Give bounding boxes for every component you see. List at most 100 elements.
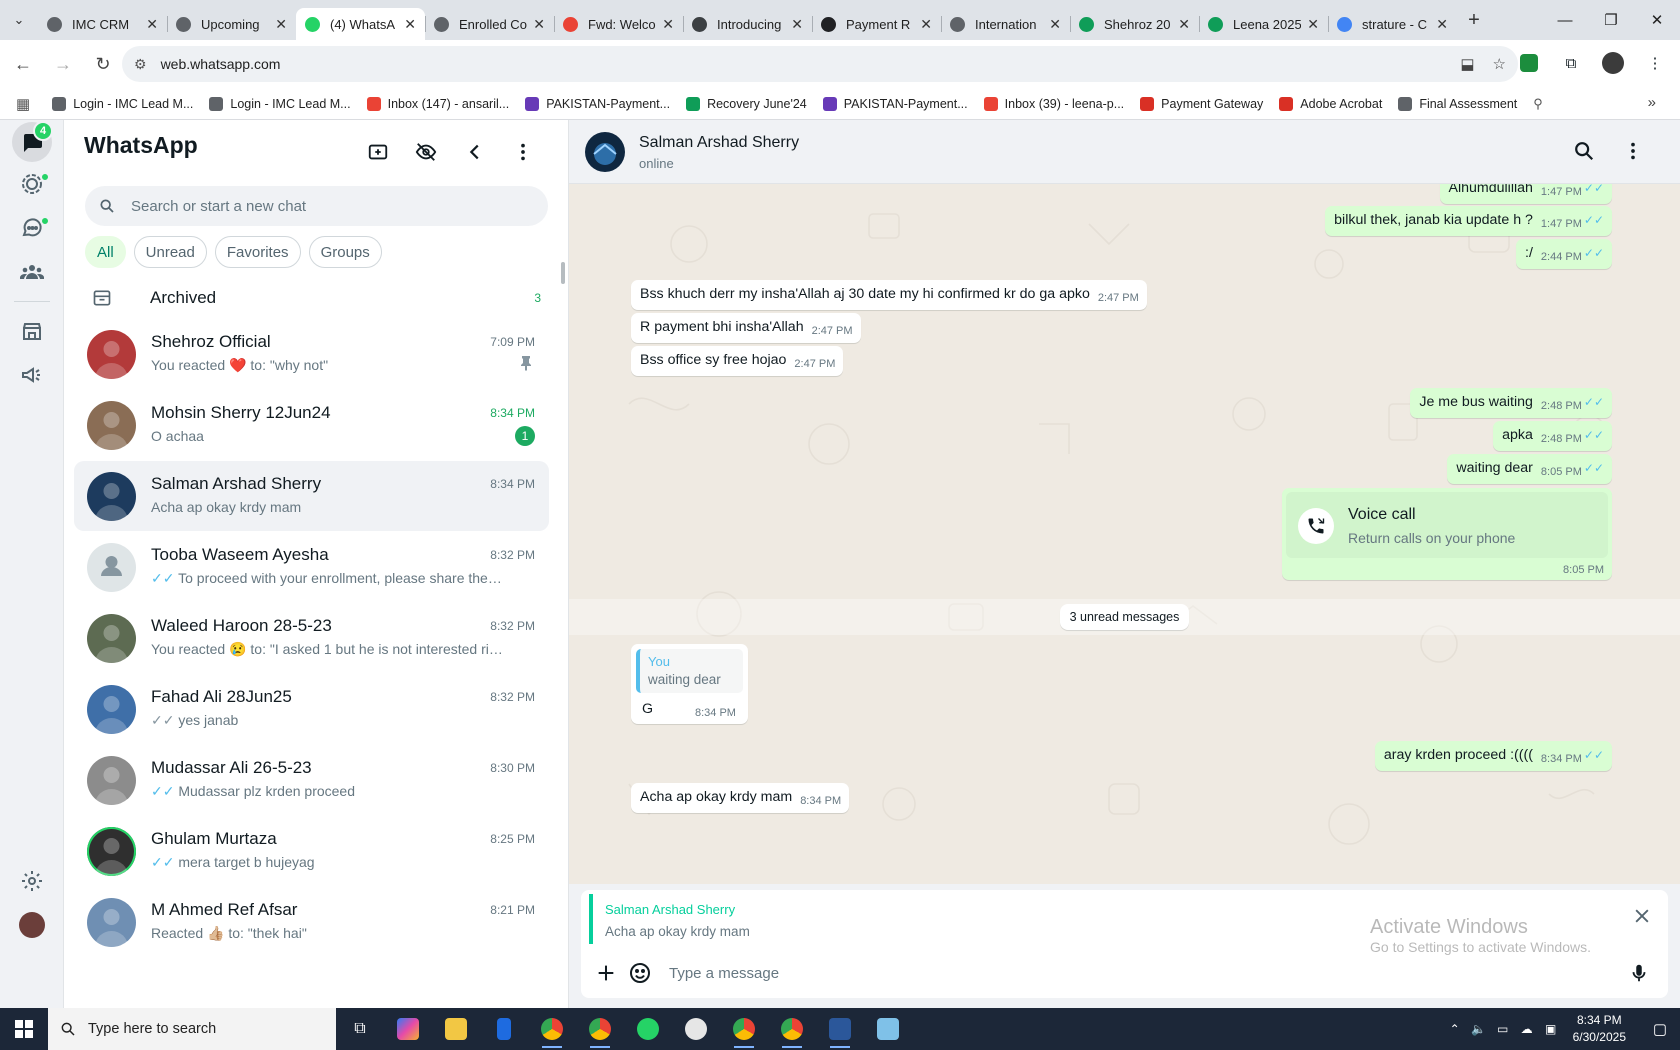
tab-close-icon[interactable]: ✕ (275, 16, 287, 33)
bookmark-item[interactable]: PAKISTAN-Payment... (822, 96, 968, 111)
notepad-app-icon[interactable] (864, 1008, 912, 1050)
chrome-app-icon-4[interactable] (768, 1008, 816, 1050)
bookmark-item[interactable]: Login - IMC Lead M... (209, 96, 351, 111)
communities-icon[interactable] (12, 252, 52, 292)
message-thread[interactable]: Voice call Return calls on your phone 8:… (569, 184, 1680, 884)
chrome-app-icon-2[interactable] (576, 1008, 624, 1050)
chat-list-item[interactable]: Tooba Waseem Ayesha 8:32 PM ✓✓ To proceed … (74, 532, 549, 602)
back-arrow-icon[interactable]: ← (6, 47, 40, 81)
task-view-icon[interactable]: ⧉ (336, 1008, 384, 1050)
tab-close-icon[interactable]: ✕ (404, 16, 416, 33)
notifications-icon[interactable]: ▢ (1640, 1020, 1680, 1038)
browser-tab[interactable]: Payment R ✕ (812, 8, 941, 40)
chat-list-item[interactable]: Mohsin Sherry 12Jun24 8:34 PM O achaa 1 (74, 390, 549, 460)
voice-call-card[interactable]: Voice call Return calls on your phone 8:… (1282, 488, 1612, 580)
chat-list-item[interactable]: Fahad Ali 28Jun25 8:32 PM ✓✓ yes janab (74, 674, 549, 744)
filter-chip-favorites[interactable]: Favorites (214, 236, 301, 268)
bookmark-folder-icon[interactable]: ⚲ (1533, 96, 1543, 112)
outgoing-message[interactable]: apka 2:48 PM ✓✓ (1493, 421, 1612, 451)
restore-icon[interactable]: ❐ (1588, 0, 1634, 40)
incoming-message[interactable]: Bss office sy free hojao 2:47 PM (631, 346, 844, 376)
extensions-puzzle-icon[interactable]: ⧉ (1556, 48, 1586, 78)
tab-close-icon[interactable]: ✕ (920, 16, 932, 33)
bookmark-item[interactable]: PAKISTAN-Payment... (525, 96, 670, 111)
tray-chevron-up-icon[interactable]: ⌃ (1443, 1022, 1467, 1036)
chat-list-item[interactable]: Mudassar Ali 26-5-23 8:30 PM ✓✓ Mudassar p… (74, 745, 549, 815)
chat-list-scrollbar[interactable] (561, 262, 565, 284)
address-bar[interactable]: ⚙ web.whatsapp.com ⬓ ☆ (122, 46, 1518, 82)
install-app-icon[interactable]: ⬓ (1460, 55, 1474, 73)
browser-tab[interactable]: strature - C ✕ (1328, 8, 1457, 40)
bookmark-star-icon[interactable]: ☆ (1493, 55, 1506, 73)
file-explorer-icon[interactable] (432, 1008, 480, 1050)
browser-tab[interactable]: Enrolled Co ✕ (425, 8, 554, 40)
windows-start-icon[interactable] (0, 1008, 48, 1050)
collapse-chevron-left-icon[interactable] (461, 138, 489, 166)
forward-arrow-icon[interactable]: → (46, 47, 80, 81)
bookmark-item[interactable]: Inbox (147) - ansaril... (366, 96, 509, 111)
outgoing-message[interactable]: bilkul thek, janab kia update h ? 1:47 PM… (1325, 206, 1612, 236)
incoming-message[interactable]: Bss khuch derr my insha'Allah aj 30 date… (631, 280, 1147, 310)
browser-tab[interactable]: IMC CRM ✕ (38, 8, 167, 40)
browser-menu-icon[interactable]: ⋮ (1640, 48, 1670, 78)
cancel-reply-close-icon[interactable] (1632, 906, 1654, 928)
search-input[interactable]: Search or start a new chat (85, 186, 548, 226)
contact-avatar[interactable] (585, 132, 625, 172)
browser-tab[interactable]: Fwd: Welco ✕ (554, 8, 683, 40)
emoji-sticker-icon[interactable] (623, 956, 657, 990)
incoming-message[interactable]: Acha ap okay krdy mam 8:34 PM (631, 783, 850, 813)
network-icon[interactable]: ▭ (1491, 1022, 1515, 1036)
tab-close-icon[interactable]: ✕ (1436, 16, 1448, 33)
tab-close-icon[interactable]: ✕ (1049, 16, 1061, 33)
copilot-app-icon[interactable] (384, 1008, 432, 1050)
status-icon[interactable] (12, 164, 52, 204)
my-profile-avatar[interactable] (12, 905, 52, 945)
conversation-menu-icon[interactable] (1622, 140, 1648, 166)
chrome-app-icon-3[interactable] (720, 1008, 768, 1050)
chat-list-item[interactable]: Shehroz Official 7:09 PM You reacted ❤️ to… (74, 319, 549, 389)
meet-icon[interactable]: ▣ (1539, 1022, 1563, 1036)
reload-icon[interactable]: ↻ (86, 47, 120, 81)
incoming-reply-message[interactable]: You waiting dear G 8:34 PM (631, 644, 748, 724)
bookmark-item[interactable]: Recovery June'24 (686, 96, 807, 111)
bookmark-item[interactable]: Login - IMC Lead M... (52, 96, 193, 111)
tab-search-icon[interactable]: ⌄ (0, 0, 38, 40)
bookmark-item[interactable]: Inbox (39) - leena-p... (983, 96, 1124, 111)
chat-list-menu-icon[interactable] (509, 138, 537, 166)
lock-chats-eye-icon[interactable] (412, 138, 440, 166)
archived-row[interactable]: Archived 3 (74, 272, 549, 324)
chat-list-item[interactable]: Ghulam Murtaza 8:25 PM ✓✓ mera target b hu… (74, 816, 549, 886)
bookmark-item[interactable]: Final Assessment (1398, 96, 1517, 111)
browser-tab[interactable]: Shehroz 20 ✕ (1070, 8, 1199, 40)
chat-list-item[interactable]: Salman Arshad Sherry 8:34 PM Acha ap okay … (74, 461, 549, 531)
more-bookmarks-icon[interactable]: » (1648, 94, 1656, 111)
profile-avatar-icon[interactable] (1598, 48, 1628, 78)
tab-close-icon[interactable]: ✕ (662, 16, 674, 33)
extension-whatsapp-icon[interactable] (1514, 48, 1544, 78)
filter-chip-unread[interactable]: Unread (133, 236, 207, 268)
filter-chip-groups[interactable]: Groups (308, 236, 382, 268)
browser-tab[interactable]: Internation ✕ (941, 8, 1070, 40)
channels-icon[interactable] (12, 208, 52, 248)
business-tools-icon[interactable] (12, 311, 52, 351)
advertise-icon[interactable] (12, 355, 52, 395)
word-app-icon[interactable] (816, 1008, 864, 1050)
minimize-icon[interactable]: — (1542, 0, 1588, 40)
tab-close-icon[interactable]: ✕ (1178, 16, 1190, 33)
browser-tab[interactable]: Introducing ✕ (683, 8, 812, 40)
filter-chip-all[interactable]: All (85, 236, 126, 268)
browser-tab[interactable]: (4) WhatsA ✕ (296, 8, 425, 40)
new-chat-icon[interactable] (364, 138, 392, 166)
bookmark-item[interactable]: Payment Gateway (1140, 96, 1263, 111)
clock-app-icon[interactable] (672, 1008, 720, 1050)
microphone-icon[interactable] (1622, 956, 1656, 990)
outgoing-message[interactable]: aray krden proceed :((((8:34 PM ✓✓ (1374, 741, 1612, 771)
close-window-icon[interactable]: ✕ (1634, 0, 1680, 40)
volume-icon[interactable]: 🔈 (1467, 1022, 1491, 1036)
chat-list-item[interactable]: Waleed Haroon 28-5-23 8:32 PM You reacted … (74, 603, 549, 673)
tab-close-icon[interactable]: ✕ (1307, 16, 1319, 33)
taskbar-search-box[interactable]: Type here to search (48, 1008, 336, 1050)
site-info-icon[interactable]: ⚙ (134, 56, 147, 73)
outgoing-message[interactable]: Je me bus waiting 2:48 PM ✓✓ (1410, 388, 1612, 418)
settings-gear-icon[interactable] (12, 861, 52, 901)
